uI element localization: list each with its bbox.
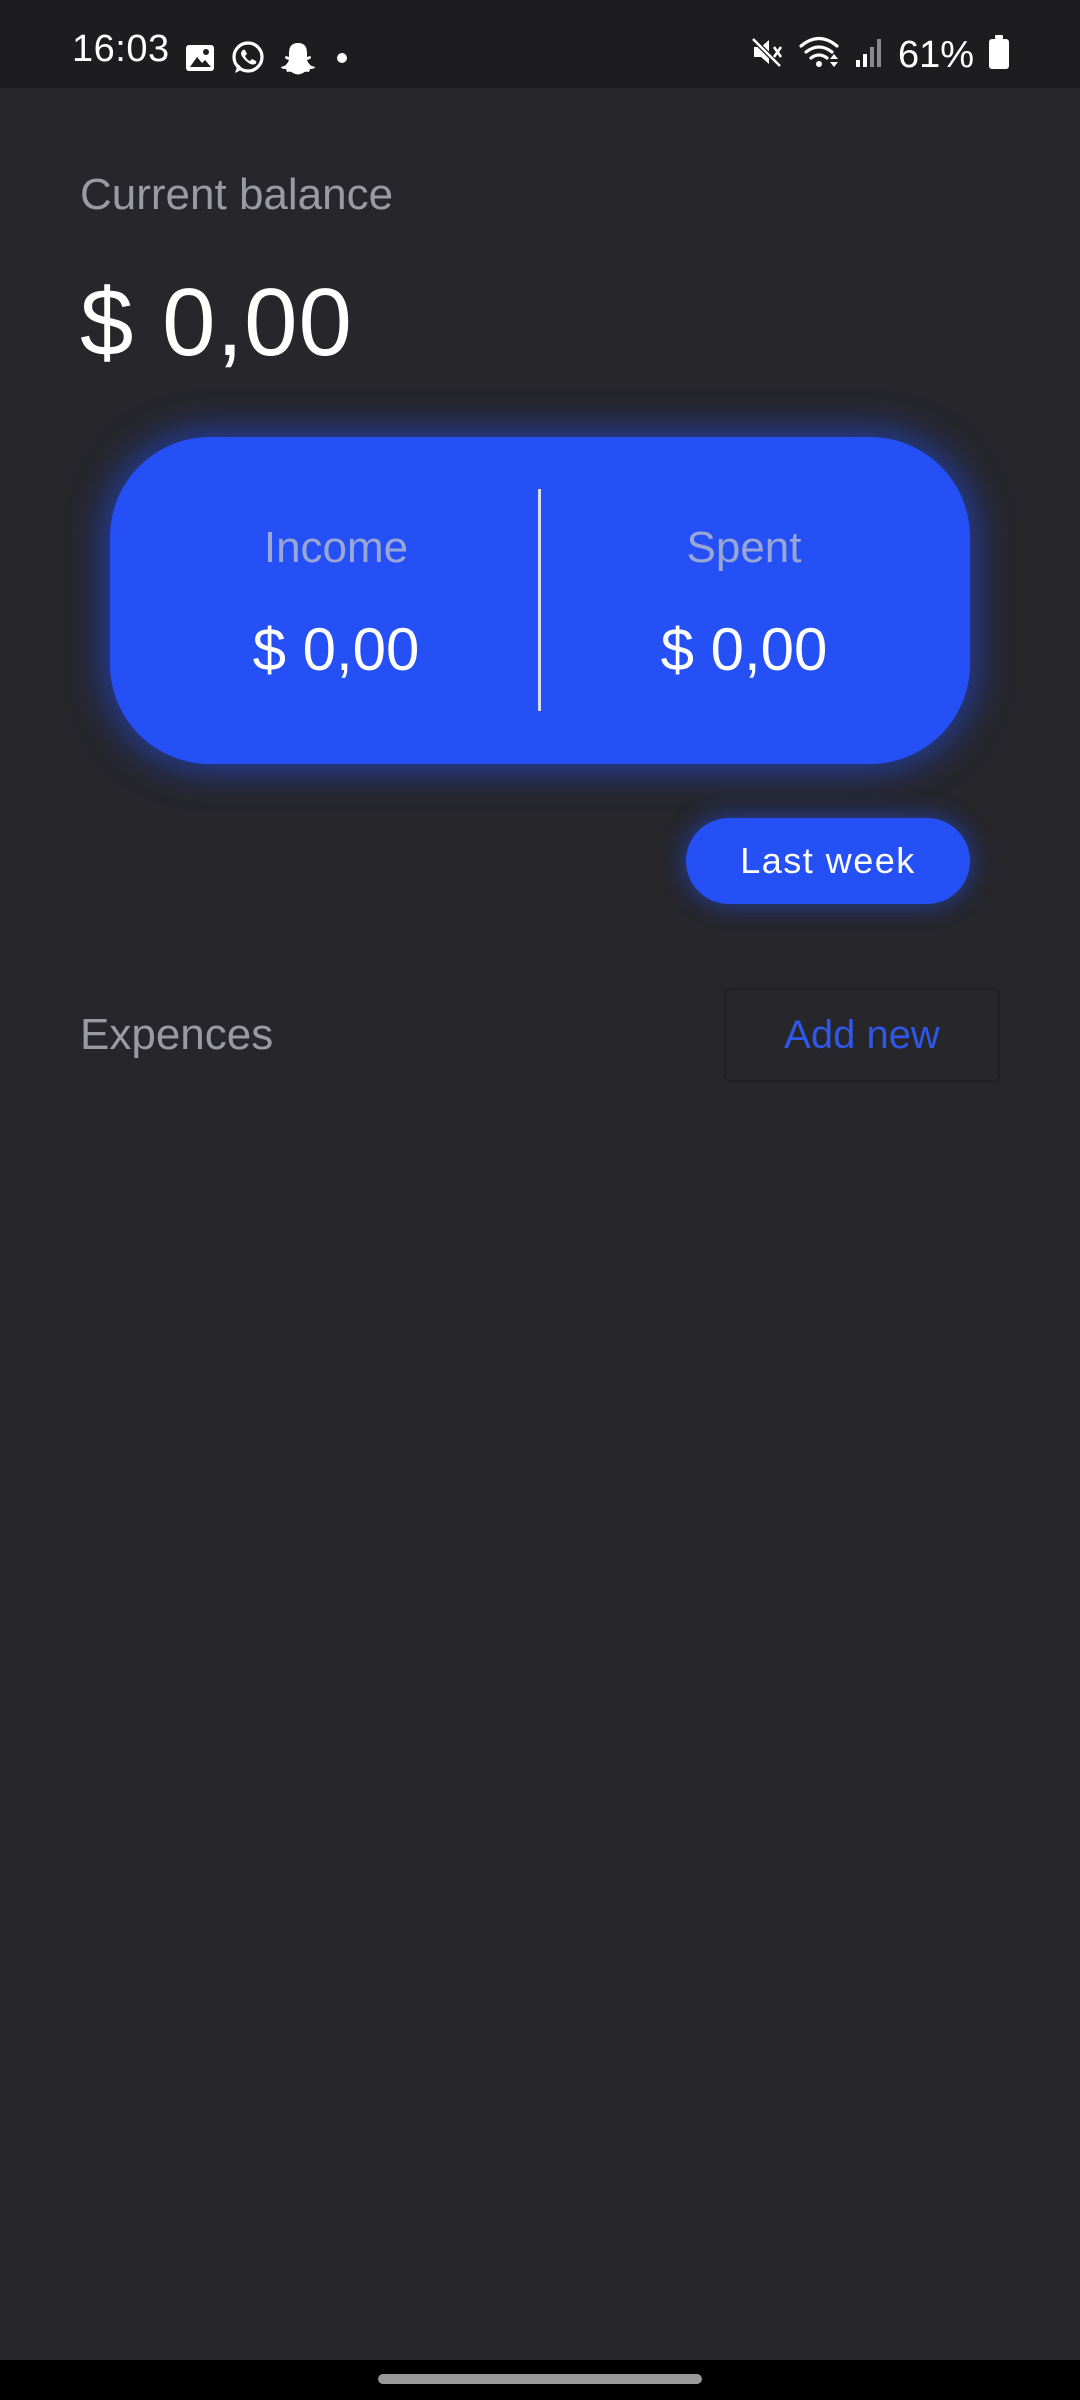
navigation-bar (0, 2360, 1080, 2400)
expenses-list (0, 1110, 1080, 2290)
spent-label: Spent (686, 523, 802, 572)
whatsapp-icon (230, 40, 266, 76)
battery-icon (988, 34, 1010, 75)
status-time: 16:03 (72, 28, 170, 70)
wifi-icon (798, 35, 840, 74)
period-button[interactable]: Last week (686, 818, 970, 904)
battery-percent: 61% (897, 33, 974, 76)
summary-card: Income $ 0,00 Spent $ 0,00 (110, 437, 970, 764)
dot-icon (330, 46, 354, 70)
add-new-button[interactable]: Add new (724, 988, 1000, 1082)
notification-icons (184, 40, 354, 76)
balance-label: Current balance (80, 170, 394, 219)
income-value: $ 0,00 (252, 616, 420, 683)
home-handle[interactable] (378, 2374, 702, 2384)
spent-section: Spent $ 0,00 (540, 437, 970, 764)
status-bar: 16:03 61% (0, 0, 1080, 88)
income-label: Income (263, 523, 409, 572)
mute-icon (750, 35, 784, 74)
signal-icon (854, 36, 884, 73)
spent-value: $ 0,00 (660, 616, 828, 683)
income-section: Income $ 0,00 (110, 437, 540, 764)
expenses-title: Expences (80, 1010, 274, 1059)
snapchat-icon (280, 40, 316, 76)
system-status: 61% (750, 34, 1010, 75)
app-screen: 16:03 61% Current balance $ 0,00 Income … (0, 0, 1080, 2400)
gallery-icon (184, 42, 216, 74)
balance-value: $ 0,00 (80, 269, 353, 376)
